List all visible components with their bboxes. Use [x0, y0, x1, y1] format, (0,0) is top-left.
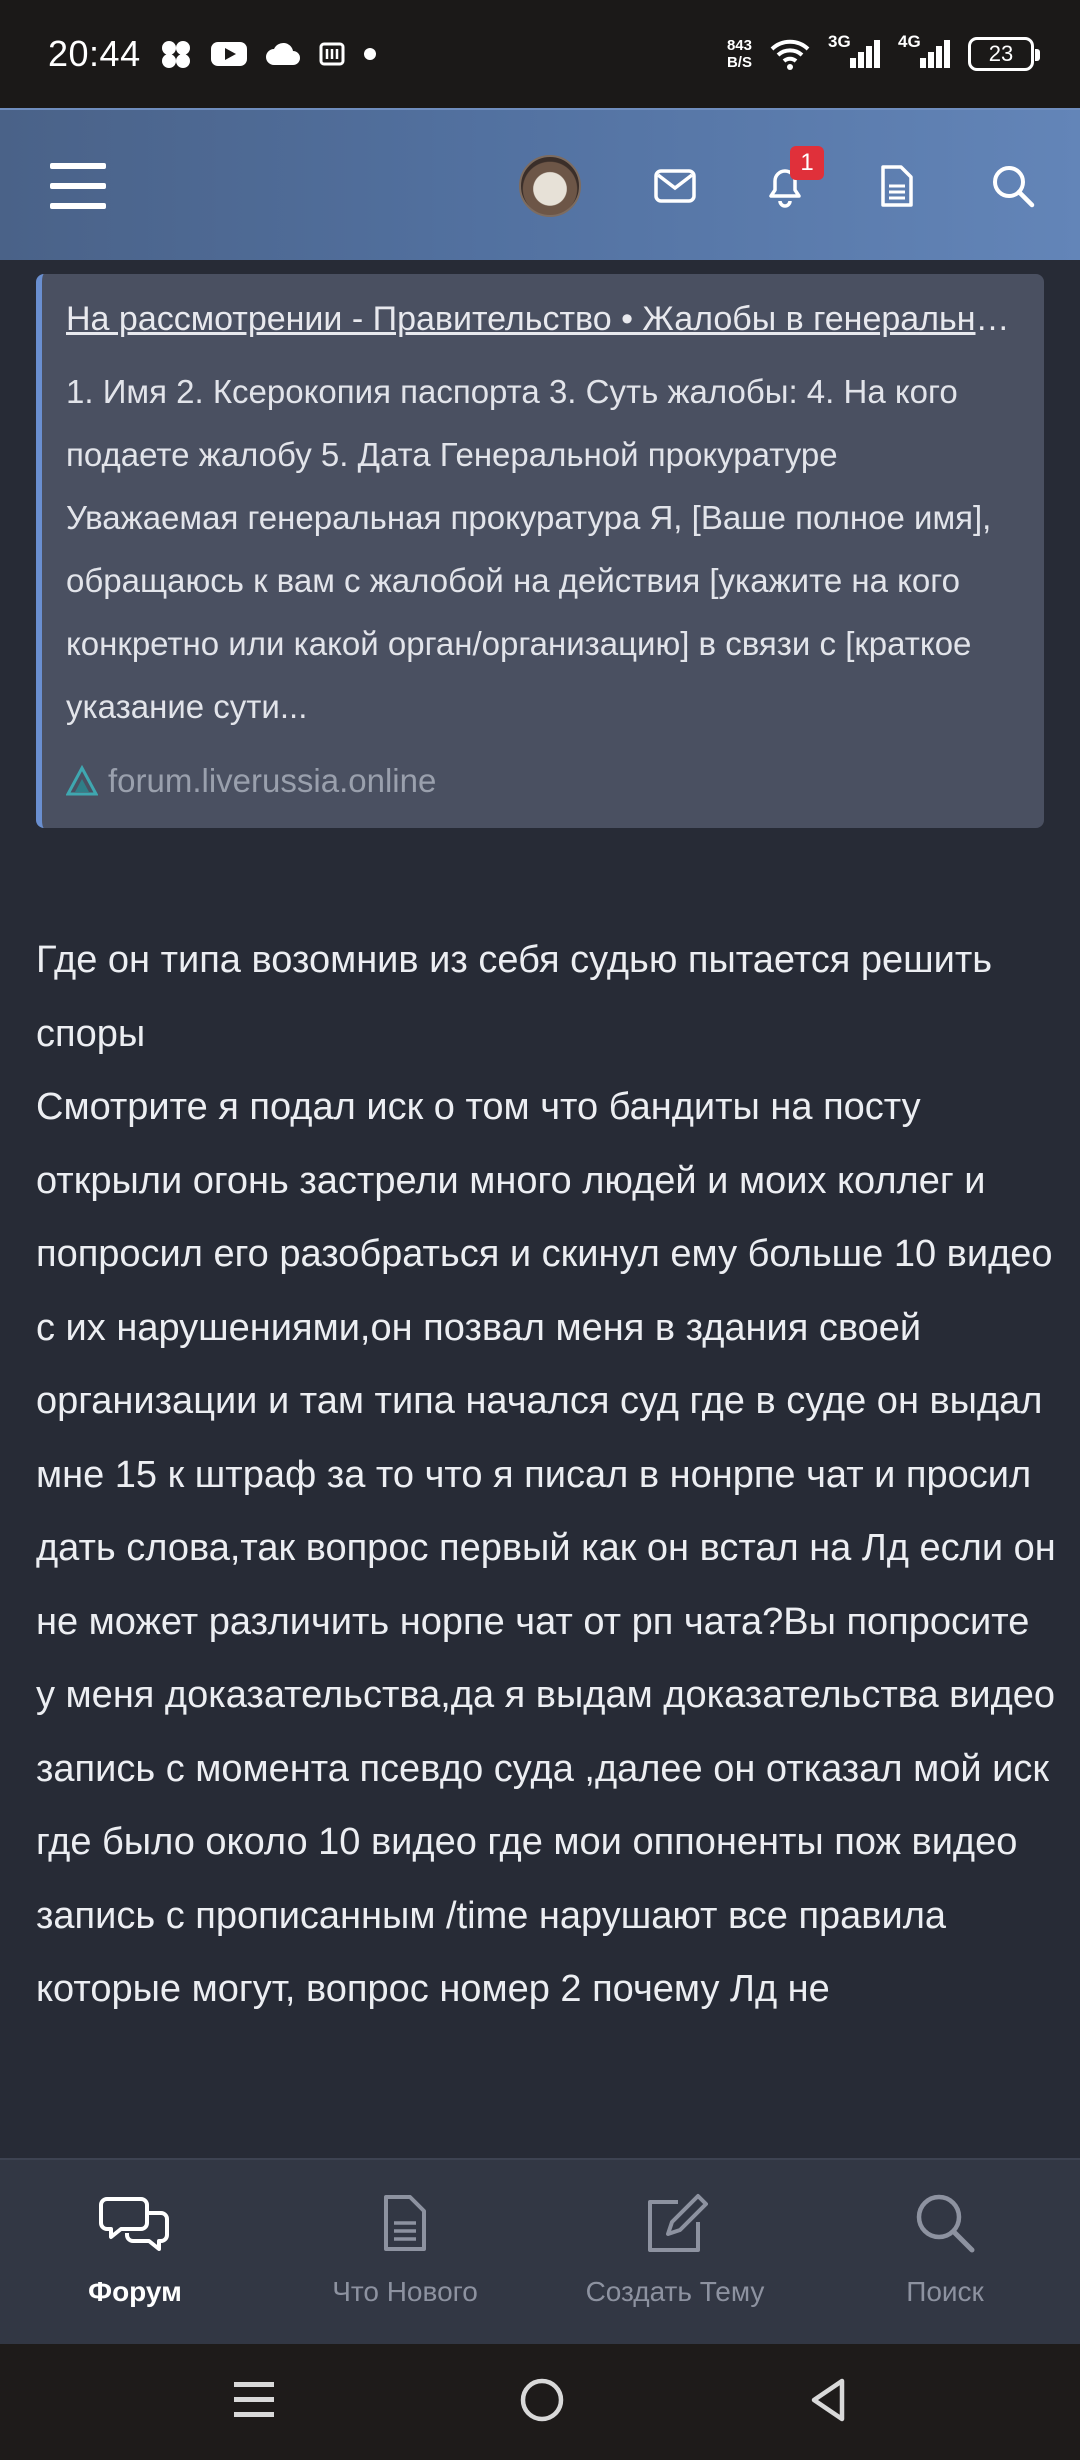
link-preview-domain: forum.liverussia.online	[108, 762, 437, 799]
post-paragraph: Смотрите я подал иск о том что бандиты н…	[36, 1086, 1056, 2010]
messages-button[interactable]	[640, 110, 710, 262]
signal-4g-icon: 4G	[898, 32, 950, 68]
bottom-navigation: Форум Что Нового Создать Тему Поиск	[0, 2158, 1080, 2344]
nav-search[interactable]: Поиск	[810, 2160, 1080, 2346]
back-button[interactable]	[808, 2377, 848, 2428]
nav-whats-new[interactable]: Что Нового	[270, 2160, 540, 2346]
signal-3g-icon: 3G	[828, 32, 880, 68]
signal-4g-label: 4G	[898, 32, 921, 51]
chat-bubbles-icon	[99, 2197, 169, 2251]
cloud-icon	[265, 41, 301, 67]
recent-apps-button[interactable]	[232, 2380, 276, 2425]
link-preview-title[interactable]: На рассмотрении - Правительство • Жалобы…	[66, 296, 1014, 342]
whats-new-button[interactable]	[862, 110, 932, 262]
net-speed-unit: B/S	[726, 54, 752, 71]
nav-create-thread-label: Создать Тему	[585, 2276, 765, 2307]
user-avatar[interactable]	[514, 110, 586, 262]
home-circle-icon	[520, 2378, 564, 2421]
net-speed: 843 B/S	[727, 37, 752, 71]
back-triangle-icon	[812, 2378, 845, 2421]
notification-badge: 1	[790, 146, 824, 180]
envelope-icon	[654, 169, 696, 203]
app-bar: 1	[0, 108, 1080, 260]
edit-icon	[648, 2194, 708, 2252]
nav-create-thread[interactable]: Создать Тему	[540, 2160, 810, 2346]
search-button[interactable]	[978, 110, 1048, 262]
menu-button[interactable]	[46, 110, 110, 262]
document-icon	[384, 2195, 426, 2251]
avatar	[519, 155, 581, 217]
post-body: Где он типа возомнив из себя судью пытае…	[36, 924, 1056, 2027]
post-paragraph: Где он типа возомнив из себя судью пытае…	[36, 939, 993, 1055]
post-content: На рассмотрении - Правительство • Жалобы…	[0, 260, 1080, 2158]
document-icon	[881, 165, 913, 207]
battery-level: 23	[988, 41, 1014, 66]
notifications-button[interactable]	[750, 110, 820, 262]
status-bar: 20:44 843 B/S 3G 4G 23	[0, 0, 1080, 108]
clock: 20:44	[48, 33, 141, 74]
net-speed-value: 843	[726, 37, 752, 54]
link-preview-card[interactable]: На рассмотрении - Правительство • Жалобы…	[36, 274, 1044, 828]
link-preview-excerpt: 1. Имя 2. Ксерокопия паспорта 3. Суть жа…	[66, 373, 992, 725]
nfc-icon	[319, 40, 345, 68]
battery-icon: 23	[968, 37, 1040, 71]
signal-3g-label: 3G	[828, 32, 851, 51]
site-favicon-icon	[66, 765, 98, 796]
nav-forum-label: Форум	[88, 2276, 182, 2307]
menu-lines-icon	[233, 2381, 274, 2417]
link-preview-source[interactable]: forum.liverussia.online	[66, 762, 436, 800]
home-button[interactable]	[519, 2377, 565, 2428]
hamburger-icon	[50, 163, 106, 209]
search-icon	[993, 166, 1035, 208]
app-cluster-icon	[159, 39, 193, 69]
system-navigation-bar	[0, 2344, 1080, 2460]
nav-whats-new-label: Что Нового	[332, 2276, 478, 2307]
wifi-icon	[770, 38, 810, 70]
youtube-icon	[210, 40, 247, 68]
nav-search-label: Поиск	[906, 2276, 984, 2307]
dot-icon	[363, 47, 377, 61]
nav-forum[interactable]: Форум	[0, 2160, 270, 2346]
search-icon	[916, 2194, 975, 2253]
